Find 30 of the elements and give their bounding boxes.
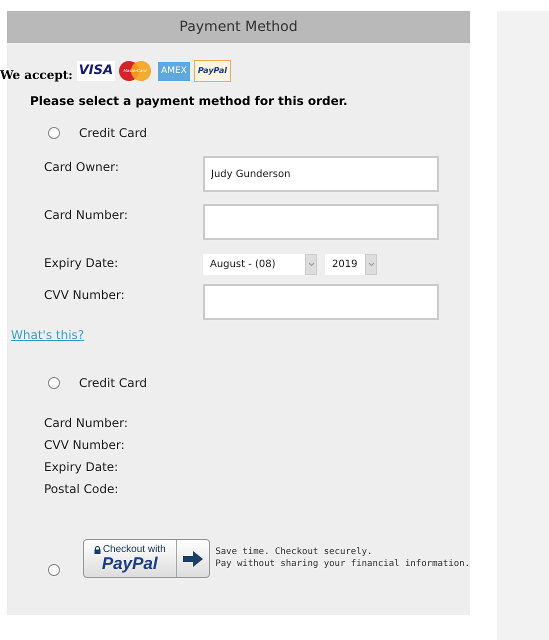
field-label: CVV Number: bbox=[44, 437, 125, 454]
paypal-checkout-button[interactable]: Checkout with PayPal bbox=[82, 539, 210, 578]
option-label: Credit Card bbox=[79, 125, 147, 142]
field-label: CVV Number: bbox=[44, 287, 126, 304]
option-label: Credit Card bbox=[79, 375, 147, 392]
field-label: Card Number: bbox=[44, 415, 128, 432]
info-text: Pay without sharing your financial information. bbox=[215, 558, 470, 570]
radio-button[interactable] bbox=[48, 127, 60, 139]
chevron-icon bbox=[365, 254, 377, 274]
month-select[interactable]: August - (08) bbox=[203, 254, 317, 274]
field-label: Expiry Date: bbox=[44, 255, 120, 272]
chevron-icon bbox=[305, 254, 317, 274]
paypal-logo: PayPal bbox=[194, 60, 232, 82]
instruction-text: Please select a payment method for this order. bbox=[30, 93, 349, 110]
field-label: Expiry Date: bbox=[44, 459, 118, 476]
amex-logo: AMEX bbox=[158, 62, 190, 81]
accepted-label: We accept: bbox=[0, 67, 73, 84]
text-field[interactable] bbox=[203, 284, 439, 320]
radio-button[interactable] bbox=[48, 377, 60, 389]
visa-logo: VISA bbox=[76, 61, 116, 81]
field-label: Card Number: bbox=[44, 207, 129, 224]
info-text: Save time. Checkout securely. bbox=[215, 546, 372, 558]
panel-title: Payment Method bbox=[179, 18, 298, 36]
arrow-right-icon bbox=[183, 550, 204, 566]
text-field[interactable] bbox=[203, 204, 439, 240]
lock-icon bbox=[94, 546, 101, 554]
year-select[interactable]: 2019 bbox=[325, 254, 377, 274]
field-label: Card Owner: bbox=[44, 159, 120, 176]
field-label: Postal Code: bbox=[44, 481, 118, 498]
radio-button[interactable] bbox=[48, 564, 60, 576]
